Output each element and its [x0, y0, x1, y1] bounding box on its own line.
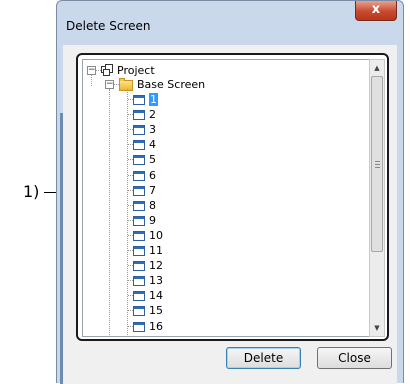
screen-icon — [133, 186, 145, 196]
tree-node-label: 10 — [149, 229, 163, 242]
scroll-down-icon[interactable]: ▼ — [370, 320, 384, 336]
tree-node-label: 5 — [149, 153, 156, 166]
screen-tree[interactable]: − Project − Base Screen 1 2 3 4 5 6 7 8 … — [82, 59, 369, 337]
tree-node-screen[interactable]: 3 — [127, 123, 247, 136]
tree-node-label: 2 — [149, 108, 156, 121]
screen-icon — [133, 201, 145, 211]
tree-node-screen[interactable]: 14 — [127, 289, 247, 302]
screen-icon — [133, 246, 145, 256]
tree-node-label: 3 — [149, 123, 156, 136]
screen-icon — [133, 155, 145, 165]
tree-node-label: 4 — [149, 138, 156, 151]
tree-node-label: 16 — [149, 320, 163, 333]
tree-node-label: 14 — [149, 289, 163, 302]
callout-label: 1) — [23, 182, 40, 201]
tree-connector — [91, 75, 92, 86]
tree-node-base-screen[interactable]: − Base Screen — [105, 78, 305, 91]
tree-node-screen[interactable]: 1 — [127, 93, 247, 106]
callout-highlight-frame: − Project − Base Screen 1 2 3 4 5 6 7 8 … — [76, 53, 389, 341]
scrollbar-thumb[interactable] — [371, 76, 383, 252]
project-icon — [101, 64, 113, 76]
tree-node-screen[interactable]: 16 — [127, 320, 247, 333]
screen-icon — [133, 171, 145, 181]
screen-icon — [133, 306, 145, 316]
close-button[interactable]: Close — [317, 347, 392, 369]
tree-node-project[interactable]: − Project — [87, 64, 287, 77]
tree-node-screen[interactable]: 7 — [127, 184, 247, 197]
tree-node-screen[interactable]: 10 — [127, 229, 247, 242]
tree-node-screen[interactable]: 8 — [127, 199, 247, 212]
screen-icon — [133, 110, 145, 120]
collapse-icon[interactable]: − — [105, 80, 114, 89]
tree-node-screen[interactable]: 15 — [127, 304, 247, 317]
dialog-title: Delete Screen — [66, 19, 151, 33]
tree-node-label: 15 — [149, 304, 163, 317]
tree-node-label: Base Screen — [137, 78, 206, 91]
grip-icon — [375, 161, 380, 168]
screen-icon — [133, 140, 145, 150]
tree-node-screen[interactable]: 13 — [127, 274, 247, 287]
screen-icon — [133, 125, 145, 135]
tree-node-screen[interactable]: 11 — [127, 244, 247, 257]
tree-node-screen[interactable]: 12 — [127, 259, 247, 272]
tree-node-screen[interactable]: 5 — [127, 153, 247, 166]
tree-node-screen[interactable]: 2 — [127, 108, 247, 121]
folder-icon — [119, 78, 133, 91]
screen-icon — [133, 231, 145, 241]
tree-node-label: 9 — [149, 214, 156, 227]
screen-icon — [133, 291, 145, 301]
delete-screen-dialog: Delete Screen x − Project − Base Screen … — [56, 0, 404, 384]
tree-node-label: 7 — [149, 184, 156, 197]
tree-connector — [109, 89, 110, 336]
screen-icon — [133, 261, 145, 271]
close-window-button[interactable]: x — [355, 1, 397, 21]
tree-node-screen[interactable]: 4 — [127, 138, 247, 151]
tree-node-label: 6 — [149, 169, 156, 182]
screen-icon — [133, 276, 145, 286]
tree-node-label: Project — [117, 64, 155, 77]
delete-button[interactable]: Delete — [226, 347, 301, 369]
collapse-icon[interactable]: − — [87, 66, 96, 75]
tree-node-label: 12 — [149, 259, 163, 272]
tree-vertical-scrollbar[interactable]: ▲ ▼ — [369, 59, 385, 337]
scroll-up-icon[interactable]: ▲ — [370, 60, 384, 76]
tree-node-label: 13 — [149, 274, 163, 287]
tree-node-screen[interactable]: 6 — [127, 169, 247, 182]
tree-node-label: 8 — [149, 199, 156, 212]
tree-node-label: 1 — [149, 93, 158, 106]
tree-node-label: 11 — [149, 244, 163, 257]
screen-icon — [133, 216, 145, 226]
dialog-client-area: − Project − Base Screen 1 2 3 4 5 6 7 8 … — [63, 45, 397, 384]
screen-icon — [133, 322, 145, 332]
close-icon: x — [371, 2, 381, 17]
tree-node-screen[interactable]: 9 — [127, 214, 247, 227]
screen-icon — [133, 95, 145, 105]
